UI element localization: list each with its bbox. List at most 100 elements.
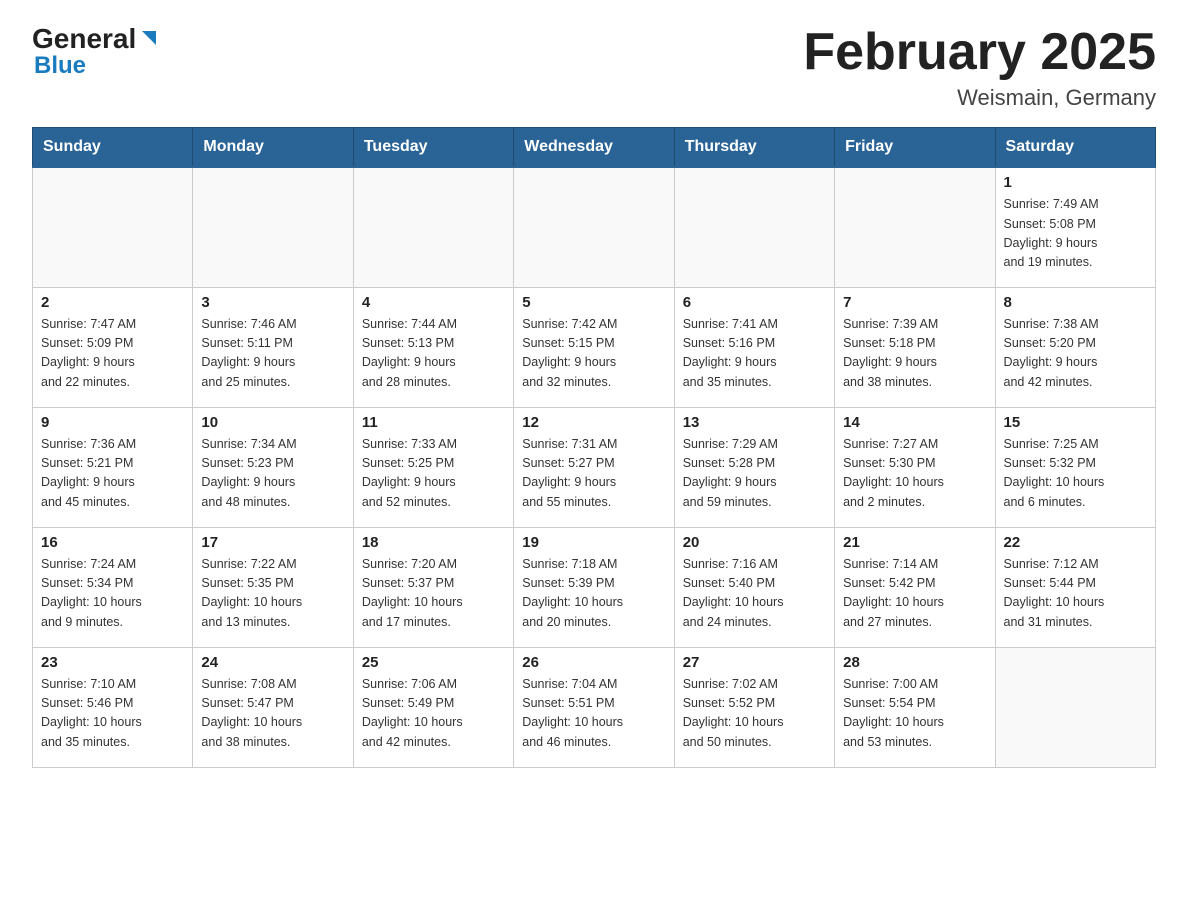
calendar-cell: 22 Sunrise: 7:12 AMSunset: 5:44 PMDayligh… xyxy=(995,527,1155,647)
day-info: Sunrise: 7:18 AMSunset: 5:39 PMDaylight:… xyxy=(522,555,665,633)
title-block: February 2025 Weismain, Germany xyxy=(803,24,1156,111)
calendar-cell: 4 Sunrise: 7:44 AMSunset: 5:13 PMDaylight… xyxy=(353,287,513,407)
day-number: 26 xyxy=(522,654,665,671)
calendar-cell: 15 Sunrise: 7:25 AMSunset: 5:32 PMDayligh… xyxy=(995,407,1155,527)
day-info: Sunrise: 7:41 AMSunset: 5:16 PMDaylight:… xyxy=(683,315,826,393)
calendar-cell xyxy=(674,167,834,287)
day-number: 24 xyxy=(201,654,344,671)
day-number: 6 xyxy=(683,294,826,311)
logo: General Blue xyxy=(32,24,160,79)
calendar-cell: 12Sunrise: 7:31 AMSunset: 5:27 PMDayligh… xyxy=(514,407,674,527)
day-info: Sunrise: 7:08 AMSunset: 5:47 PMDaylight:… xyxy=(201,675,344,753)
day-info: Sunrise: 7:10 AMSunset: 5:46 PMDaylight:… xyxy=(41,675,184,753)
day-info: Sunrise: 7:24 AMSunset: 5:34 PMDaylight:… xyxy=(41,555,184,633)
day-number: 15 xyxy=(1004,414,1147,431)
day-number: 17 xyxy=(201,534,344,551)
day-info: Sunrise: 7:36 AMSunset: 5:21 PMDaylight:… xyxy=(41,435,184,513)
calendar-cell xyxy=(514,167,674,287)
day-info: Sunrise: 7:25 AMSunset: 5:32 PMDaylight:… xyxy=(1004,435,1147,513)
calendar-cell: 1 Sunrise: 7:49 AMSunset: 5:08 PMDaylight… xyxy=(995,167,1155,287)
day-number: 4 xyxy=(362,294,505,311)
calendar-cell: 23Sunrise: 7:10 AMSunset: 5:46 PMDayligh… xyxy=(33,647,193,767)
calendar-cell: 2 Sunrise: 7:47 AMSunset: 5:09 PMDaylight… xyxy=(33,287,193,407)
day-number: 11 xyxy=(362,414,505,431)
weekday-header-friday: Friday xyxy=(835,128,995,168)
week-row-3: 9Sunrise: 7:36 AMSunset: 5:21 PMDaylight… xyxy=(33,407,1156,527)
day-number: 16 xyxy=(41,534,184,551)
day-number: 27 xyxy=(683,654,826,671)
day-info: Sunrise: 7:38 AMSunset: 5:20 PMDaylight:… xyxy=(1004,315,1147,393)
day-number: 18 xyxy=(362,534,505,551)
day-number: 19 xyxy=(522,534,665,551)
day-number: 14 xyxy=(843,414,986,431)
day-info: Sunrise: 7:29 AMSunset: 5:28 PMDaylight:… xyxy=(683,435,826,513)
day-info: Sunrise: 7:14 AMSunset: 5:42 PMDaylight:… xyxy=(843,555,986,633)
day-info: Sunrise: 7:04 AMSunset: 5:51 PMDaylight:… xyxy=(522,675,665,753)
day-info: Sunrise: 7:06 AMSunset: 5:49 PMDaylight:… xyxy=(362,675,505,753)
week-row-2: 2 Sunrise: 7:47 AMSunset: 5:09 PMDaylight… xyxy=(33,287,1156,407)
calendar-cell: 21Sunrise: 7:14 AMSunset: 5:42 PMDayligh… xyxy=(835,527,995,647)
weekday-header-tuesday: Tuesday xyxy=(353,128,513,168)
calendar-cell: 16 Sunrise: 7:24 AMSunset: 5:34 PMDayligh… xyxy=(33,527,193,647)
day-number: 13 xyxy=(683,414,826,431)
day-info: Sunrise: 7:44 AMSunset: 5:13 PMDaylight:… xyxy=(362,315,505,393)
weekday-header-sunday: Sunday xyxy=(33,128,193,168)
logo-triangle-icon xyxy=(138,27,160,49)
calendar-cell xyxy=(33,167,193,287)
calendar-cell: 9Sunrise: 7:36 AMSunset: 5:21 PMDaylight… xyxy=(33,407,193,527)
day-number: 8 xyxy=(1004,294,1147,311)
day-info: Sunrise: 7:27 AMSunset: 5:30 PMDaylight:… xyxy=(843,435,986,513)
week-row-5: 23Sunrise: 7:10 AMSunset: 5:46 PMDayligh… xyxy=(33,647,1156,767)
calendar-body: 1 Sunrise: 7:49 AMSunset: 5:08 PMDaylight… xyxy=(33,167,1156,767)
calendar-title: February 2025 xyxy=(803,24,1156,81)
calendar-cell: 25Sunrise: 7:06 AMSunset: 5:49 PMDayligh… xyxy=(353,647,513,767)
logo-blue-text: Blue xyxy=(34,53,86,79)
weekday-header-monday: Monday xyxy=(193,128,353,168)
calendar-cell xyxy=(353,167,513,287)
day-info: Sunrise: 7:34 AMSunset: 5:23 PMDaylight:… xyxy=(201,435,344,513)
day-number: 20 xyxy=(683,534,826,551)
day-info: Sunrise: 7:02 AMSunset: 5:52 PMDaylight:… xyxy=(683,675,826,753)
calendar-cell: 7Sunrise: 7:39 AMSunset: 5:18 PMDaylight… xyxy=(835,287,995,407)
day-number: 10 xyxy=(201,414,344,431)
day-number: 22 xyxy=(1004,534,1147,551)
day-number: 2 xyxy=(41,294,184,311)
calendar-cell: 3 Sunrise: 7:46 AMSunset: 5:11 PMDaylight… xyxy=(193,287,353,407)
day-info: Sunrise: 7:33 AMSunset: 5:25 PMDaylight:… xyxy=(362,435,505,513)
calendar-cell xyxy=(193,167,353,287)
calendar-cell: 24 Sunrise: 7:08 AMSunset: 5:47 PMDayligh… xyxy=(193,647,353,767)
day-info: Sunrise: 7:39 AMSunset: 5:18 PMDaylight:… xyxy=(843,315,986,393)
day-number: 3 xyxy=(201,294,344,311)
day-info: Sunrise: 7:22 AMSunset: 5:35 PMDaylight:… xyxy=(201,555,344,633)
weekday-header-thursday: Thursday xyxy=(674,128,834,168)
calendar-cell: 19 Sunrise: 7:18 AMSunset: 5:39 PMDayligh… xyxy=(514,527,674,647)
day-info: Sunrise: 7:46 AMSunset: 5:11 PMDaylight:… xyxy=(201,315,344,393)
day-info: Sunrise: 7:31 AMSunset: 5:27 PMDaylight:… xyxy=(522,435,665,513)
calendar-subtitle: Weismain, Germany xyxy=(803,85,1156,111)
weekday-header-saturday: Saturday xyxy=(995,128,1155,168)
day-info: Sunrise: 7:49 AMSunset: 5:08 PMDaylight:… xyxy=(1004,195,1147,273)
day-info: Sunrise: 7:47 AMSunset: 5:09 PMDaylight:… xyxy=(41,315,184,393)
day-info: Sunrise: 7:12 AMSunset: 5:44 PMDaylight:… xyxy=(1004,555,1147,633)
calendar-cell: 14 Sunrise: 7:27 AMSunset: 5:30 PMDayligh… xyxy=(835,407,995,527)
day-info: Sunrise: 7:16 AMSunset: 5:40 PMDaylight:… xyxy=(683,555,826,633)
calendar-cell: 27 Sunrise: 7:02 AMSunset: 5:52 PMDayligh… xyxy=(674,647,834,767)
week-row-1: 1 Sunrise: 7:49 AMSunset: 5:08 PMDaylight… xyxy=(33,167,1156,287)
day-info: Sunrise: 7:00 AMSunset: 5:54 PMDaylight:… xyxy=(843,675,986,753)
calendar-cell: 5 Sunrise: 7:42 AMSunset: 5:15 PMDaylight… xyxy=(514,287,674,407)
calendar-table: SundayMondayTuesdayWednesdayThursdayFrid… xyxy=(32,127,1156,768)
day-number: 5 xyxy=(522,294,665,311)
calendar-cell: 26 Sunrise: 7:04 AMSunset: 5:51 PMDayligh… xyxy=(514,647,674,767)
day-info: Sunrise: 7:42 AMSunset: 5:15 PMDaylight:… xyxy=(522,315,665,393)
calendar-header: SundayMondayTuesdayWednesdayThursdayFrid… xyxy=(33,128,1156,168)
calendar-cell: 17 Sunrise: 7:22 AMSunset: 5:35 PMDayligh… xyxy=(193,527,353,647)
calendar-cell: 11 Sunrise: 7:33 AMSunset: 5:25 PMDayligh… xyxy=(353,407,513,527)
calendar-cell: 10 Sunrise: 7:34 AMSunset: 5:23 PMDayligh… xyxy=(193,407,353,527)
day-number: 1 xyxy=(1004,174,1147,191)
calendar-cell: 20 Sunrise: 7:16 AMSunset: 5:40 PMDayligh… xyxy=(674,527,834,647)
calendar-cell: 6 Sunrise: 7:41 AMSunset: 5:16 PMDaylight… xyxy=(674,287,834,407)
weekday-header-wednesday: Wednesday xyxy=(514,128,674,168)
calendar-cell: 13 Sunrise: 7:29 AMSunset: 5:28 PMDayligh… xyxy=(674,407,834,527)
page-header: General Blue February 2025 Weismain, Ger… xyxy=(32,24,1156,111)
calendar-cell xyxy=(995,647,1155,767)
